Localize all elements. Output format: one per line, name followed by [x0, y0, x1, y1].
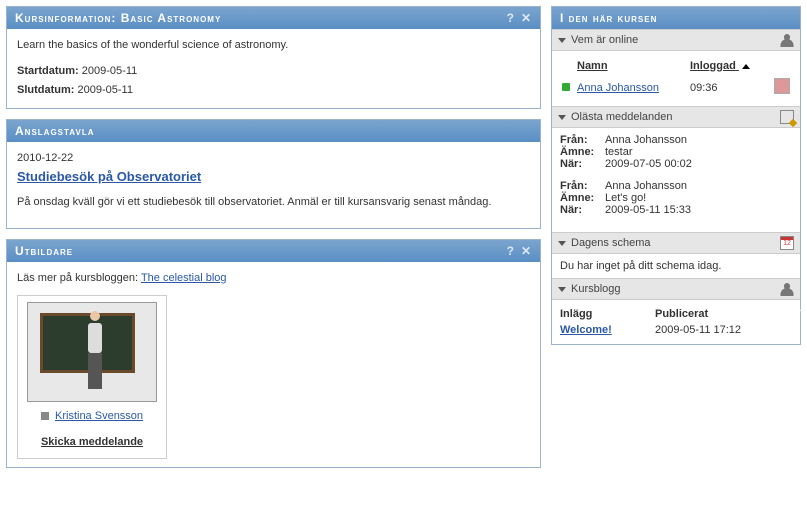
blog-post-date: 2009-05-11 17:12	[655, 324, 741, 336]
when-label: När:	[560, 158, 605, 170]
when-label: När:	[560, 204, 605, 216]
course-side-title: I den här kursen	[560, 11, 792, 25]
from-label: Från:	[560, 180, 605, 192]
send-message-link[interactable]: Skicka meddelande	[24, 434, 160, 452]
blog-section-header[interactable]: Kursblogg	[552, 278, 800, 300]
message-item[interactable]: Från:Anna Johansson Ämne:testar När:2009…	[560, 134, 792, 170]
online-col-name[interactable]: Namn	[575, 57, 688, 75]
online-row: Anna Johansson 09:36	[560, 75, 792, 100]
unread-section-header[interactable]: Olästa meddelanden	[552, 106, 800, 128]
course-description: Learn the basics of the wonderful scienc…	[17, 37, 530, 55]
msg-subject: Let's go!	[605, 192, 646, 204]
person-icon	[780, 33, 794, 47]
announcement-title-link[interactable]: Studiebesök på Observatoriet	[17, 169, 201, 184]
chevron-down-icon	[558, 115, 566, 120]
chevron-down-icon	[558, 38, 566, 43]
msg-subject: testar	[605, 146, 633, 158]
blog-section-title: Kursblogg	[571, 283, 780, 295]
educator-photo	[27, 302, 157, 402]
end-date-value: 2009-05-11	[78, 84, 133, 96]
close-icon[interactable]: ✕	[521, 244, 532, 258]
online-section-title: Vem är online	[571, 34, 780, 46]
announcements-header: Anslagstavla	[7, 120, 540, 142]
start-date-label: Startdatum:	[17, 65, 79, 77]
schedule-section-title: Dagens schema	[571, 237, 780, 249]
course-info-panel: Kursinformation: Basic Astronomy ? ✕ Lea…	[6, 6, 541, 109]
schedule-empty-text: Du har inget på ditt schema idag.	[560, 260, 721, 272]
online-table: Namn Inloggad Anna Johansson 09:36	[560, 57, 792, 100]
status-online-icon	[562, 83, 570, 91]
start-date-value: 2009-05-11	[82, 65, 137, 77]
blog-post-row: Welcome! 2009-05-11 17:12	[560, 322, 792, 338]
message-item[interactable]: Från:Anna Johansson Ämne:Let's go! När:2…	[560, 180, 792, 216]
schedule-section-header[interactable]: Dagens schema	[552, 232, 800, 254]
status-offline-icon	[41, 412, 49, 420]
educators-header: Utbildare ? ✕	[7, 240, 540, 262]
help-icon[interactable]: ?	[507, 11, 515, 25]
end-date-row: Slutdatum: 2009-05-11	[17, 82, 530, 100]
blog-col-post: Inlägg	[560, 308, 655, 320]
course-blog-link[interactable]: The celestial blog	[141, 272, 227, 284]
subject-label: Ämne:	[560, 192, 605, 204]
online-col-login[interactable]: Inloggad	[688, 57, 772, 75]
announcements-panel: Anslagstavla 2010-12-22 Studiebesök på O…	[6, 119, 541, 229]
course-side-panel: I den här kursen Vem är online Namn Inlo…	[551, 6, 801, 345]
chevron-down-icon	[558, 241, 566, 246]
educators-panel: Utbildare ? ✕ Läs mer på kursbloggen: Th…	[6, 239, 541, 468]
course-info-title: Kursinformation: Basic Astronomy	[15, 11, 501, 25]
online-user-link[interactable]: Anna Johansson	[577, 82, 659, 94]
online-section-header[interactable]: Vem är online	[552, 29, 800, 51]
from-label: Från:	[560, 134, 605, 146]
help-icon[interactable]: ?	[507, 244, 515, 258]
educator-name-link[interactable]: Kristina Svensson	[55, 410, 143, 422]
unread-section-title: Olästa meddelanden	[571, 111, 780, 123]
close-icon[interactable]: ✕	[521, 11, 532, 25]
subject-label: Ämne:	[560, 146, 605, 158]
announcement-date: 2010-12-22	[17, 150, 530, 168]
blog-header-row: Inlägg Publicerat	[560, 306, 792, 322]
course-info-header: Kursinformation: Basic Astronomy ? ✕	[7, 7, 540, 29]
person-icon	[780, 282, 794, 296]
compose-icon[interactable]	[780, 110, 794, 124]
educator-name-row: Kristina Svensson	[24, 408, 160, 426]
blog-col-published: Publicerat	[655, 308, 708, 320]
educator-card: Kristina Svensson Skicka meddelande	[17, 295, 167, 458]
start-date-row: Startdatum: 2009-05-11	[17, 63, 530, 81]
blog-post-link[interactable]: Welcome!	[560, 324, 612, 336]
user-avatar[interactable]	[774, 78, 790, 94]
msg-from: Anna Johansson	[605, 134, 687, 146]
announcement-body: På onsdag kväll gör vi ett studiebesök t…	[17, 194, 530, 212]
chevron-down-icon	[558, 287, 566, 292]
educators-intro-text: Läs mer på kursbloggen:	[17, 272, 141, 284]
end-date-label: Slutdatum:	[17, 84, 74, 96]
course-side-header: I den här kursen	[552, 7, 800, 29]
educators-intro: Läs mer på kursbloggen: The celestial bl…	[17, 270, 530, 288]
calendar-icon[interactable]	[780, 236, 794, 250]
online-login-time: 09:36	[688, 75, 772, 100]
announcements-title: Anslagstavla	[15, 124, 532, 138]
msg-from: Anna Johansson	[605, 180, 687, 192]
sort-asc-icon	[742, 64, 750, 69]
educators-title: Utbildare	[15, 244, 501, 258]
msg-when: 2009-07-05 00:02	[605, 158, 692, 170]
msg-when: 2009-05-11 15:33	[605, 204, 691, 216]
